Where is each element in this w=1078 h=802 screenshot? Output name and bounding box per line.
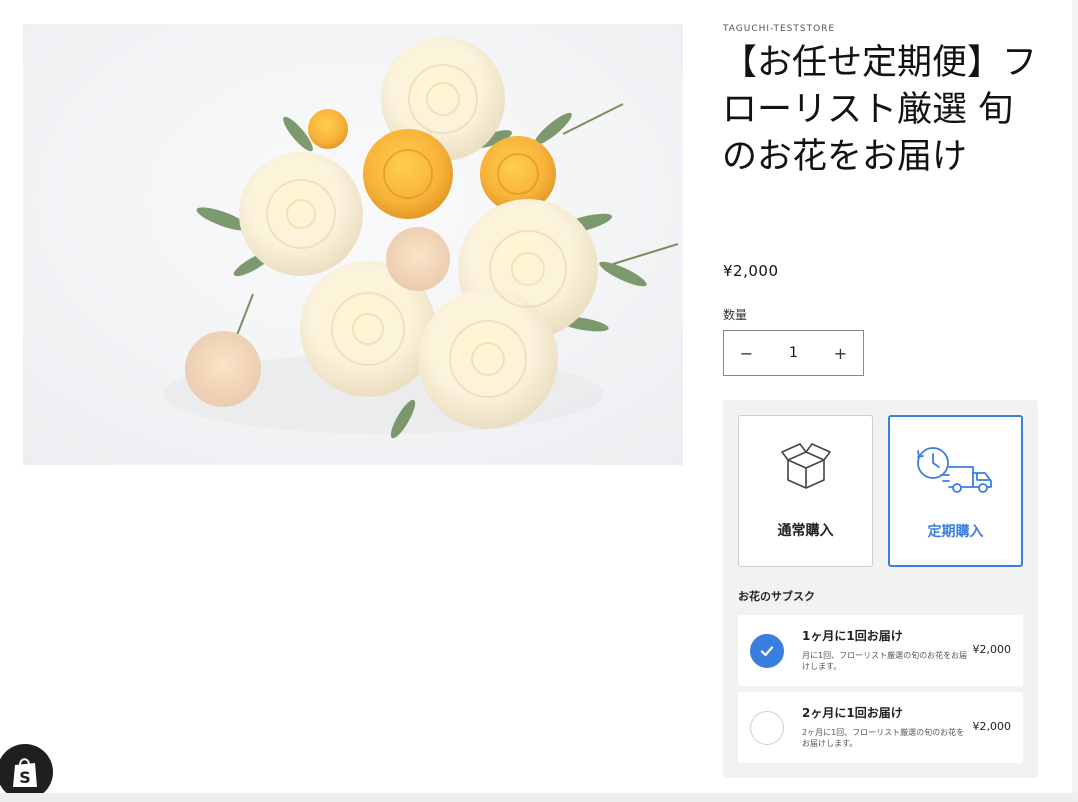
- subscription-option-monthly[interactable]: 1ヶ月に1回お届け 月に1回、フローリスト厳選の旬のお花をお届けします。 ¥2,…: [738, 615, 1023, 686]
- quantity-input[interactable]: 1: [789, 345, 798, 361]
- scrollbar-track[interactable]: [1072, 0, 1078, 802]
- one-time-purchase-card[interactable]: 通常購入: [738, 415, 873, 567]
- option-price: ¥2,000: [972, 720, 1012, 733]
- shopify-bag-icon[interactable]: S: [0, 744, 53, 800]
- option-price: ¥2,000: [972, 643, 1012, 656]
- check-icon[interactable]: [750, 634, 784, 668]
- quantity-decrease-button[interactable]: −: [724, 331, 769, 375]
- subscription-widget: 通常購入 定期購入 お花のサブスク 1ヶ月に1回お届け 月に1回、フローリスト厳…: [723, 400, 1038, 778]
- product-image[interactable]: [23, 24, 683, 465]
- option-title: 1ヶ月に1回お届け: [802, 629, 903, 643]
- option-description: 2ヶ月に1回、フローリスト厳選の旬のお花をお届けします。: [802, 728, 965, 748]
- one-time-purchase-label: 通常購入: [777, 523, 834, 539]
- subscription-heading: お花のサブスク: [738, 590, 815, 603]
- box-icon: [739, 438, 872, 498]
- product-page: TAGUCHI-TESTSTORE 【お任せ定期便】フローリスト厳選 旬のお花を…: [0, 0, 1078, 802]
- subscription-purchase-label: 定期購入: [927, 524, 984, 540]
- product-title: 【お任せ定期便】フローリスト厳選 旬のお花をお届け: [722, 43, 1038, 177]
- subscription-purchase-card[interactable]: 定期購入: [888, 415, 1023, 567]
- quantity-stepper: − 1 +: [723, 330, 864, 376]
- radio-button[interactable]: [750, 711, 784, 745]
- quantity-increase-button[interactable]: +: [818, 331, 863, 375]
- svg-text:S: S: [19, 768, 31, 787]
- bottom-divider: [0, 793, 1078, 802]
- product-price: ¥2,000: [723, 262, 779, 280]
- delivery-truck-clock-icon: [890, 439, 1021, 499]
- quantity-label: 数量: [723, 308, 748, 322]
- vendor-name: TAGUCHI-TESTSTORE: [723, 24, 836, 34]
- option-description: 月に1回、フローリスト厳選の旬のお花をお届けします。: [802, 651, 968, 671]
- subscription-option-bimonthly[interactable]: 2ヶ月に1回お届け 2ヶ月に1回、フローリスト厳選の旬のお花をお届けします。 ¥…: [738, 692, 1023, 763]
- option-title: 2ヶ月に1回お届け: [802, 706, 903, 720]
